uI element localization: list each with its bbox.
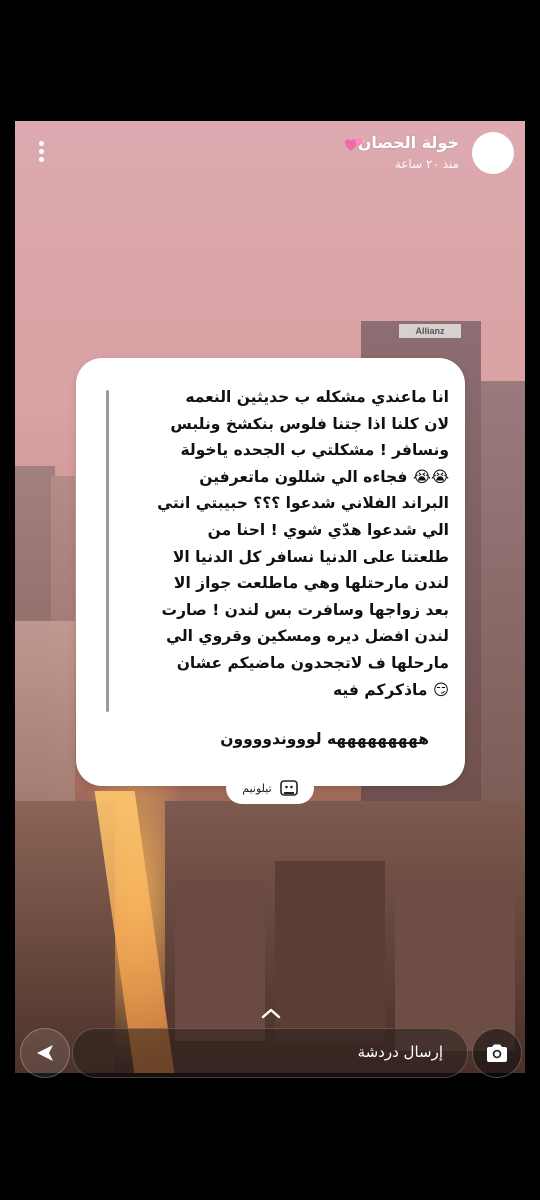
card-line: البراند الفلاني شدعوا ؟؟؟ حبيبتي انتي bbox=[157, 494, 449, 513]
card-line: لان كلنا اذا جتنا فلوس بنكشخ ونلبس bbox=[170, 414, 449, 433]
card-message: انا ماعندي مشكله ب حديثين النعمه لان كلن… bbox=[116, 384, 449, 703]
allianz-billboard: Allianz bbox=[399, 324, 461, 338]
send-chat-label: إرسال دردشة bbox=[357, 1043, 443, 1061]
card-line: الي شدعوا هدّي شوي ! احنا من bbox=[207, 520, 449, 539]
card-line: انا ماعندي مشكله ب حديثين النعمه bbox=[185, 388, 449, 406]
background-building bbox=[175, 881, 265, 1041]
send-chat-input[interactable]: إرسال دردشة bbox=[72, 1028, 468, 1078]
card-line: 😭😭 فجاءه الي شللون ماتعرفين bbox=[199, 467, 449, 486]
card-line: بعد زواجها وسافرت بس لندن ! صارت bbox=[161, 600, 449, 619]
more-options-icon[interactable] bbox=[35, 141, 47, 167]
card-line: مارحلها ف لاتجحدون ماضيكم عشان bbox=[176, 653, 449, 672]
back-button[interactable] bbox=[20, 1028, 70, 1078]
card-line: لندن افضل ديره ومسكين وقروي الي bbox=[166, 627, 449, 646]
source-label: تيلونيم bbox=[242, 781, 272, 795]
user-name[interactable]: خولة الحصان bbox=[358, 133, 459, 152]
arrow-left-icon bbox=[37, 1045, 53, 1061]
card-line: 😏 ماذكركم فيه bbox=[332, 680, 449, 699]
camera-icon bbox=[487, 1044, 507, 1062]
story-view[interactable]: Allianz خولة الحصان منذ ٢٠ ساعة انا ماعن… bbox=[15, 121, 525, 1073]
tellonym-icon bbox=[279, 780, 298, 796]
source-chip[interactable]: تيلونيم bbox=[226, 772, 314, 804]
camera-button[interactable] bbox=[472, 1028, 522, 1078]
question-card[interactable]: انا ماعندي مشكله ب حديثين النعمه لان كلن… bbox=[76, 358, 465, 786]
avatar[interactable] bbox=[472, 132, 514, 174]
bottom-bar: إرسال دردشة bbox=[0, 1024, 540, 1078]
card-reply: هههههههههه لوووندوووون bbox=[220, 730, 429, 748]
background-building bbox=[275, 861, 385, 1041]
two-hearts-icon bbox=[345, 138, 363, 151]
chevron-up-icon[interactable] bbox=[260, 1006, 282, 1020]
quote-bar bbox=[106, 390, 109, 712]
timestamp: منذ ٢٠ ساعة bbox=[394, 157, 459, 171]
card-line: طلعتنا على الدنيا نسافر كل الدنيا الا bbox=[172, 547, 449, 566]
card-line: لندن مارحتلها وهي ماطلعت جواز الا bbox=[173, 574, 449, 593]
card-line: ونسافر ! مشكلتي ب الجحده ياخولة bbox=[180, 441, 449, 460]
